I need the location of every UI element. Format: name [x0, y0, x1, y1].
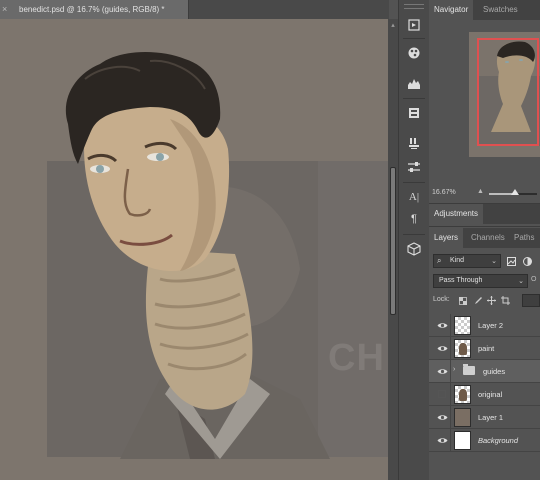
lock-position-move-icon[interactable]	[485, 294, 497, 307]
close-tab-icon[interactable]: ×	[2, 4, 7, 14]
layer-name: Background	[478, 436, 519, 445]
layer-name: Layer 1	[478, 413, 504, 422]
canvas-vertical-scrollbar[interactable]: ▴	[388, 19, 398, 480]
filter-pixel-icon[interactable]	[505, 254, 518, 268]
layers-panel-body: ⌕ Kind ⌄ Pass Through ⌄ O Lock: Layer 2 …	[429, 250, 540, 480]
navigator-panel-tabs: Navigator Swatches	[429, 0, 540, 20]
paragraph-icon[interactable]: ¶	[401, 208, 427, 230]
lock-label: Lock:	[433, 296, 450, 303]
layer-name: paint	[478, 344, 495, 353]
layers-panel-tabs: Layers Channels Paths	[429, 228, 540, 248]
adjustment-sliders-icon[interactable]	[401, 156, 427, 178]
canvas-watermark-text: CH	[328, 337, 385, 379]
expand-group-icon[interactable]: ›	[453, 366, 455, 373]
lock-artboard-crop-icon[interactable]	[499, 294, 511, 307]
navigator-view-box[interactable]	[477, 38, 539, 146]
eye-visibility-icon[interactable]	[436, 320, 448, 330]
layer-thumbnail	[454, 431, 471, 450]
eye-visibility-icon[interactable]	[436, 412, 448, 422]
history-icon[interactable]	[401, 14, 427, 36]
layer-row[interactable]: › guides	[429, 360, 540, 383]
right-panels: Navigator Swatches 16.67% ▲ Adjustments …	[429, 0, 540, 480]
blend-mode-value: Pass Through	[439, 277, 483, 284]
navigator-zoom-row: 16.67% ▲	[429, 185, 540, 203]
zoom-percentage[interactable]: 16.67%	[432, 189, 456, 196]
layer-row[interactable]: Layer 1	[429, 406, 540, 429]
zoom-out-icon[interactable]: ▲	[477, 188, 484, 195]
document-tab[interactable]: × benedict.psd @ 16.7% (guides, RGB/8) *	[0, 0, 189, 19]
scrollbar-thumb[interactable]	[390, 167, 396, 315]
folder-icon	[463, 364, 475, 375]
histogram-icon[interactable]	[401, 72, 427, 94]
portrait-painting	[65, 52, 330, 459]
properties-icon[interactable]	[401, 102, 427, 124]
filter-adjustment-icon[interactable]	[521, 254, 534, 268]
brush-presets-icon[interactable]	[401, 132, 427, 154]
3d-cube-icon[interactable]	[401, 238, 427, 260]
document-tab-title: benedict.psd @ 16.7% (guides, RGB/8) *	[19, 5, 165, 14]
lock-image-brush-icon[interactable]	[471, 294, 483, 307]
chevron-down-icon: ⌄	[491, 258, 497, 265]
layer-row[interactable]: Background	[429, 429, 540, 452]
layer-name: Layer 2	[478, 321, 504, 330]
tab-swatches[interactable]: Swatches	[478, 0, 523, 20]
color-palette-icon[interactable]	[401, 42, 427, 64]
layer-thumbnail	[454, 385, 471, 404]
eye-visibility-icon[interactable]	[436, 343, 448, 353]
layer-name: original	[478, 390, 503, 399]
blend-mode-select[interactable]: Pass Through ⌄	[433, 274, 528, 288]
eye-visibility-icon[interactable]	[436, 366, 448, 376]
scroll-up-arrow-icon[interactable]: ▴	[389, 21, 397, 29]
navigator-body	[429, 20, 540, 185]
layer-row[interactable]: paint	[429, 337, 540, 360]
tab-navigator[interactable]: Navigator	[429, 0, 474, 20]
tab-layers[interactable]: Layers	[429, 228, 464, 248]
document-canvas[interactable]: CH	[0, 19, 388, 480]
kind-label: Kind	[450, 257, 465, 264]
adjustments-panel-tabs: Adjustments	[429, 204, 540, 224]
layer-row[interactable]: original	[429, 383, 540, 406]
layer-row[interactable]: Layer 2	[429, 314, 540, 337]
layer-thumbnail	[454, 408, 471, 427]
tab-adjustments[interactable]: Adjustments	[429, 204, 484, 224]
opacity-label: O	[531, 276, 537, 283]
blend-mode-row: Pass Through ⌄ O	[431, 274, 538, 289]
visibility-toggle-off[interactable]	[438, 390, 446, 398]
character-icon[interactable]: A|	[401, 186, 427, 208]
layer-thumbnail	[454, 339, 471, 358]
zoom-slider[interactable]	[489, 189, 537, 195]
tab-strip	[189, 0, 389, 19]
panel-icon-dock: A| ¶	[398, 0, 430, 480]
chevron-down-icon: ⌄	[518, 278, 524, 285]
fill-field[interactable]	[522, 294, 540, 307]
layer-name: guides	[483, 367, 506, 376]
lock-row: Lock:	[431, 294, 540, 309]
dock-grip[interactable]	[404, 4, 424, 9]
layer-thumbnail	[454, 316, 471, 335]
lock-transparent-icon[interactable]	[457, 294, 469, 307]
layer-kind-filter[interactable]: ⌕ Kind ⌄	[433, 254, 501, 268]
tab-paths[interactable]: Paths	[509, 228, 539, 248]
zoom-slider-handle[interactable]	[511, 189, 520, 195]
search-icon: ⌕	[437, 256, 442, 265]
eye-visibility-icon[interactable]	[436, 435, 448, 445]
tab-channels[interactable]: Channels	[466, 228, 510, 248]
layer-filter-row: ⌕ Kind ⌄	[431, 254, 538, 269]
